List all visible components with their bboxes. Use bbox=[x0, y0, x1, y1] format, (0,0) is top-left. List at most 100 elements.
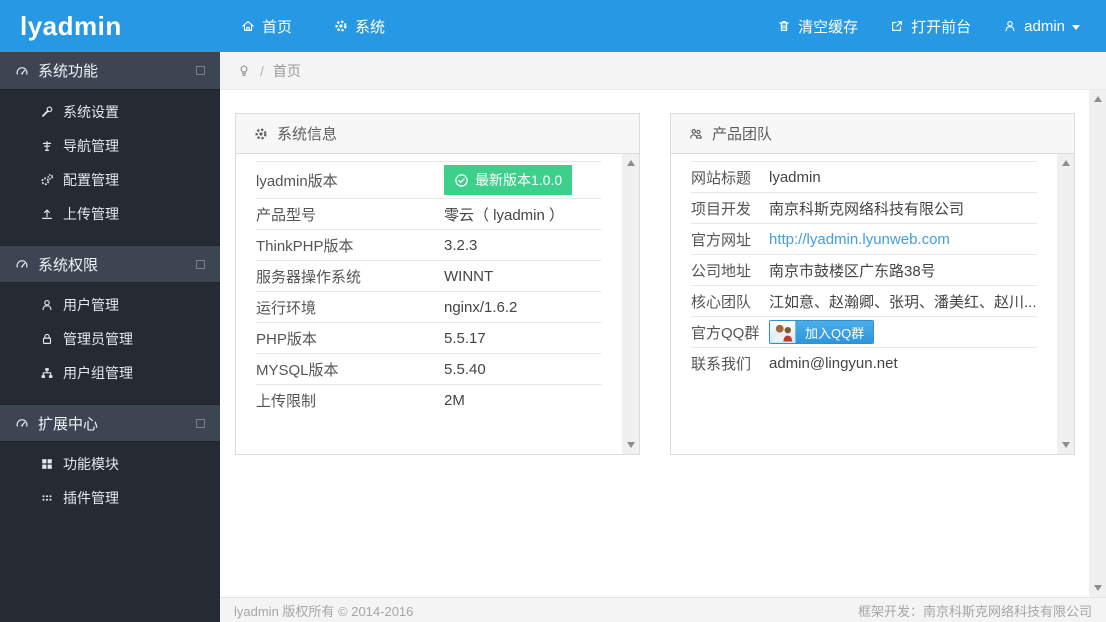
sidebar-section-system-permissions[interactable]: 系统权限 bbox=[0, 245, 220, 283]
scroll-down-arrow-icon[interactable] bbox=[1061, 442, 1070, 448]
lock-icon bbox=[40, 332, 54, 346]
product-team-panel-header: 产品团队 bbox=[671, 114, 1074, 154]
row-label: ThinkPHP版本 bbox=[256, 237, 354, 255]
sidebar-item-user-group-management[interactable]: 用户组管理 bbox=[0, 356, 220, 390]
table-row: 网站标题 lyadmin bbox=[691, 161, 1037, 192]
app-window: lyadmin 首页 系统 清空缓存 打开前台 admin 系统功能系统设置导航管理… bbox=[0, 0, 1106, 622]
item-label: 上传管理 bbox=[63, 206, 119, 222]
sitemap-icon bbox=[40, 366, 54, 380]
user-icon bbox=[40, 298, 54, 312]
action-label: 清空缓存 bbox=[798, 18, 859, 36]
dots-icon bbox=[40, 491, 54, 505]
join-qq-group-button[interactable]: 加入QQ群 bbox=[769, 320, 875, 344]
row-label: PHP版本 bbox=[256, 330, 317, 348]
row-label: MYSQL版本 bbox=[256, 361, 339, 379]
sidebar-item-plugin-management[interactable]: 插件管理 bbox=[0, 481, 220, 515]
copyright-text: lyadmin 版权所有 © 2014-2016 bbox=[234, 603, 414, 619]
badge-text: 最新版本1.0.0 bbox=[475, 172, 563, 188]
table-row: 运行环境 nginx/1.6.2 bbox=[256, 291, 602, 322]
sidebar-item-upload-management[interactable]: 上传管理 bbox=[0, 197, 220, 231]
sidebar-item-function-modules[interactable]: 功能模块 bbox=[0, 447, 220, 481]
external-link-icon bbox=[890, 19, 904, 33]
sidebar-item-user-management[interactable]: 用户管理 bbox=[0, 288, 220, 322]
qq-button-label: 加入QQ群 bbox=[796, 321, 874, 343]
gear-icon bbox=[334, 19, 348, 33]
row-value: 5.5.40 bbox=[444, 360, 486, 378]
nav-system[interactable]: 系统 bbox=[313, 0, 406, 52]
nav-label: 首页 bbox=[262, 18, 293, 36]
row-value: admin@lingyun.net bbox=[769, 354, 898, 372]
topbar-actions: 清空缓存 打开前台 bbox=[761, 16, 987, 37]
product-team-panel: 产品团队 网站标题 lyadmin 项目开发 南京科斯克网络科技有限公司 官方网址 htt… bbox=[670, 113, 1075, 455]
row-label: 产品型号 bbox=[256, 206, 317, 224]
section-items: 用户管理管理员管理用户组管理 bbox=[0, 283, 220, 404]
scroll-up-arrow-icon[interactable] bbox=[1061, 160, 1070, 166]
open-frontend-button[interactable]: 打开前台 bbox=[874, 16, 987, 37]
collapse-toggle-icon bbox=[196, 259, 205, 269]
panel-scrollbar[interactable] bbox=[1057, 154, 1074, 454]
row-label: 运行环境 bbox=[256, 299, 317, 317]
grid-icon bbox=[40, 457, 54, 471]
user-menu[interactable]: admin bbox=[987, 18, 1090, 35]
system-info-panel: 系统信息 lyadmin版本 最新版本1.0.0 产品型号 零云（ lyadmin ）… bbox=[235, 113, 640, 455]
panel-scrollbar[interactable] bbox=[622, 154, 639, 454]
table-row: 产品型号 零云（ lyadmin ） bbox=[256, 198, 602, 229]
gears-icon bbox=[40, 173, 54, 187]
row-label: 公司地址 bbox=[691, 262, 752, 280]
table-row: 上传限制 2M bbox=[256, 384, 602, 415]
row-value: 2M bbox=[444, 391, 465, 409]
sidebar-item-admin-management[interactable]: 管理员管理 bbox=[0, 322, 220, 356]
breadcrumb-home-link[interactable]: 首页 bbox=[273, 61, 301, 81]
section-label: 扩展中心 bbox=[38, 415, 99, 433]
row-label: 上传限制 bbox=[256, 392, 317, 410]
section-items: 功能模块插件管理 bbox=[0, 442, 220, 529]
clear-cache-button[interactable]: 清空缓存 bbox=[761, 16, 874, 37]
item-label: 导航管理 bbox=[63, 138, 119, 154]
sidebar-item-navigation-management[interactable]: 导航管理 bbox=[0, 129, 220, 163]
caret-down-icon bbox=[1072, 24, 1080, 30]
signpost-icon bbox=[40, 139, 54, 153]
table-row: 核心团队 江如意、赵瀚卿、张玥、潘美红、赵川... bbox=[691, 285, 1037, 316]
app-logo[interactable]: lyadmin bbox=[0, 0, 220, 52]
scroll-up-arrow-icon[interactable] bbox=[1093, 96, 1102, 102]
official-site-link[interactable]: http://lyadmin.lyunweb.com bbox=[769, 231, 950, 248]
main-area: / 首页 系统信息 lyadmin版本 最新版本1.0.0 产品型号 零云（ lyad… bbox=[220, 52, 1106, 622]
section-label: 系统权限 bbox=[38, 256, 99, 274]
scroll-down-arrow-icon[interactable] bbox=[1093, 585, 1102, 591]
section-label: 系统功能 bbox=[38, 63, 99, 80]
breadcrumb: / 首页 bbox=[220, 52, 1106, 90]
table-row: ThinkPHP版本 3.2.3 bbox=[256, 229, 602, 260]
trash-icon bbox=[777, 19, 791, 33]
table-row: 项目开发 南京科斯克网络科技有限公司 bbox=[691, 192, 1037, 223]
check-circle-icon bbox=[454, 173, 469, 188]
table-row: 公司地址 南京市鼓楼区广东路38号 bbox=[691, 254, 1037, 285]
gauge-icon bbox=[15, 257, 29, 271]
item-label: 管理员管理 bbox=[63, 331, 133, 347]
sidebar-item-config-management[interactable]: 配置管理 bbox=[0, 163, 220, 197]
sidebar-section-system-functions[interactable]: 系统功能 bbox=[0, 52, 220, 90]
row-value: 江如意、赵瀚卿、张玥、潘美红、赵川... bbox=[769, 293, 1037, 311]
table-row: MYSQL版本 5.5.40 bbox=[256, 353, 602, 384]
section-items: 系统设置导航管理配置管理上传管理 bbox=[0, 90, 220, 245]
product-team-panel-body: 网站标题 lyadmin 项目开发 南京科斯克网络科技有限公司 官方网址 http://l… bbox=[671, 154, 1074, 454]
sidebar-item-system-settings[interactable]: 系统设置 bbox=[0, 95, 220, 129]
scroll-down-arrow-icon[interactable] bbox=[626, 442, 635, 448]
gear-icon bbox=[254, 127, 268, 141]
page-scrollbar[interactable] bbox=[1089, 90, 1106, 597]
action-label: 打开前台 bbox=[911, 18, 972, 36]
content-area: 系统信息 lyadmin版本 最新版本1.0.0 产品型号 零云（ lyadmin ）… bbox=[220, 90, 1106, 597]
qq-avatar-icon bbox=[770, 321, 796, 343]
sidebar-section-extension-center[interactable]: 扩展中心 bbox=[0, 404, 220, 442]
nav-label: 系统 bbox=[355, 18, 386, 36]
scroll-up-arrow-icon[interactable] bbox=[626, 160, 635, 166]
user-icon bbox=[1003, 19, 1017, 33]
item-label: 功能模块 bbox=[63, 456, 119, 472]
row-value: 5.5.17 bbox=[444, 329, 486, 347]
table-row: 联系我们 admin@lingyun.net bbox=[691, 347, 1037, 378]
system-info-panel-header: 系统信息 bbox=[236, 114, 639, 154]
upload-icon bbox=[40, 207, 54, 221]
row-label: 核心团队 bbox=[691, 293, 752, 311]
nav-home[interactable]: 首页 bbox=[220, 0, 313, 52]
row-value: 3.2.3 bbox=[444, 236, 478, 254]
panel-title: 产品团队 bbox=[712, 126, 773, 143]
